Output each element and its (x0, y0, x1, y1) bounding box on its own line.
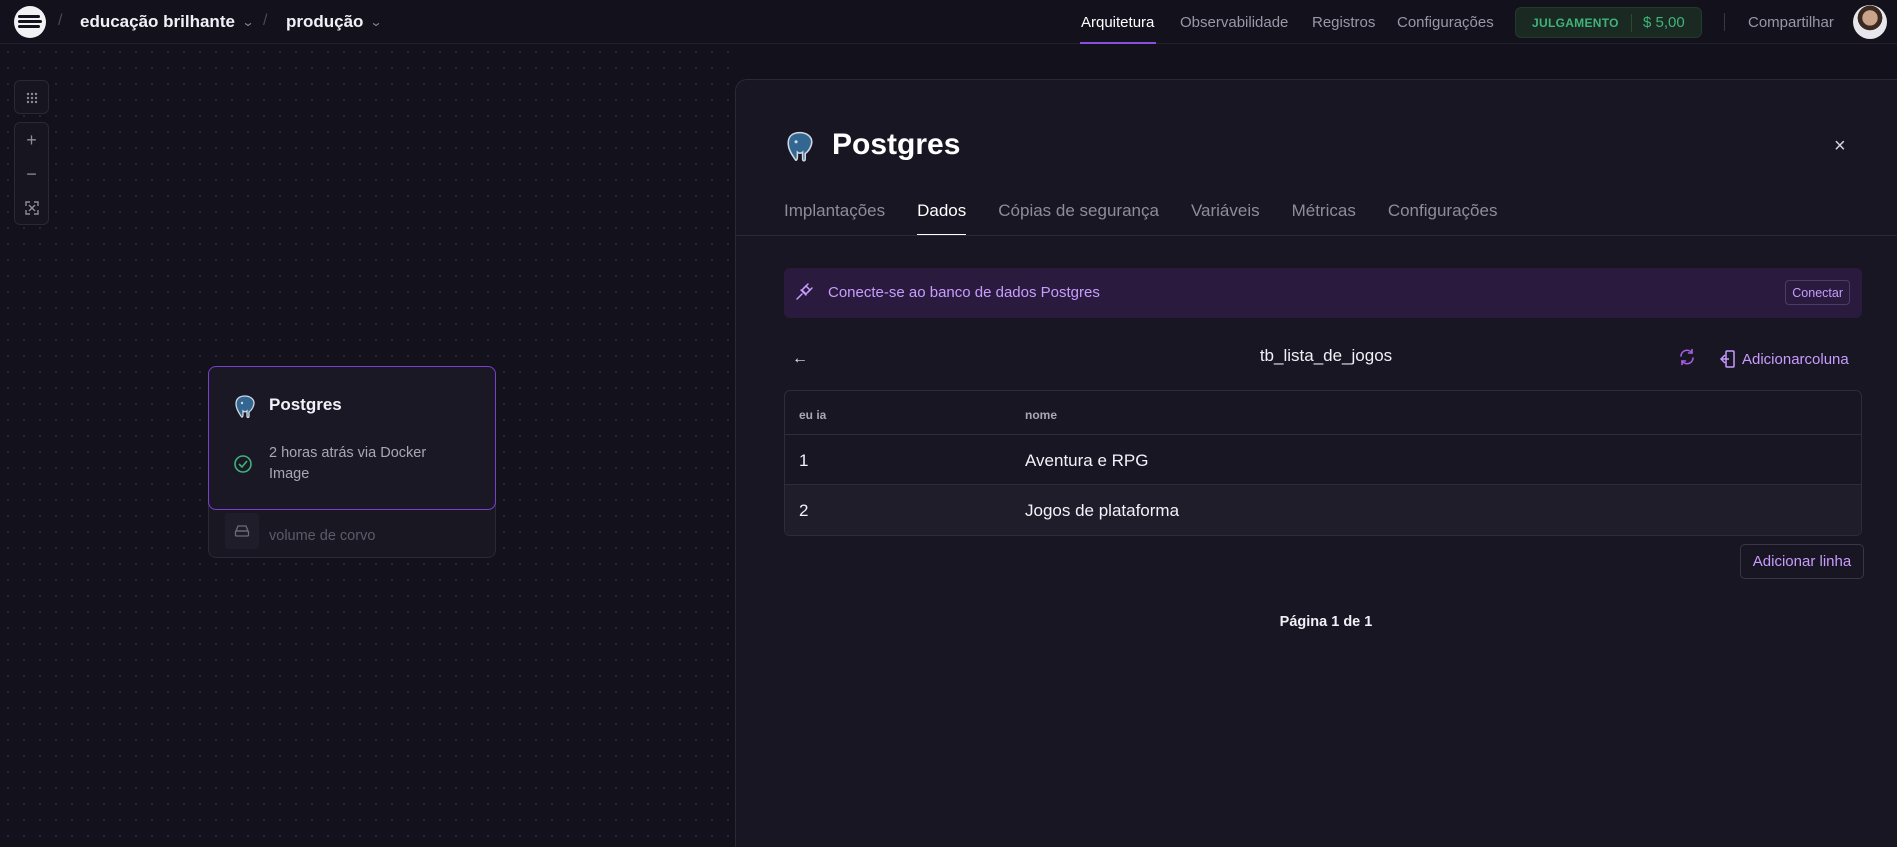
plug-icon (796, 283, 813, 300)
usage-amount: $ 5,00 (1643, 14, 1685, 31)
breadcrumb-separator: / (263, 12, 268, 29)
tab-backups[interactable]: Cópias de segurança (998, 201, 1159, 236)
project-name: educação brilhante (80, 12, 235, 31)
volume-icon-box (225, 513, 259, 549)
tab-deployments[interactable]: Implantações (784, 201, 885, 236)
cell-id[interactable]: 2 (799, 501, 808, 521)
pagination-label: Página 1 de 1 (1279, 614, 1373, 630)
connect-banner-text: Conecte-se ao banco de dados Postgres (828, 284, 1100, 301)
usage-pill[interactable]: JULGAMENTO $ 5,00 (1515, 7, 1702, 38)
tabs-divider (736, 235, 1897, 236)
cell-name[interactable]: Aventura e RPG (1025, 451, 1148, 471)
nav-observability[interactable]: Observabilidade (1180, 14, 1288, 31)
add-column-icon (1720, 350, 1735, 368)
chevron-down-icon: ⌄ (241, 15, 255, 29)
top-bar: / educação brilhante ⌄ / produção ⌄ Arqu… (0, 0, 1897, 44)
chevron-down-icon: ⌄ (369, 15, 384, 29)
add-column-button[interactable]: Adicionarcoluna (1720, 350, 1849, 368)
fit-view-icon (24, 201, 39, 215)
plan-badge: JULGAMENTO (1532, 15, 1619, 30)
add-column-label: Adicionarcoluna (1742, 350, 1849, 368)
environment-name: produção (286, 12, 364, 31)
column-header-name[interactable]: nome (1025, 408, 1057, 422)
back-arrow-icon[interactable]: ← (792, 350, 808, 368)
hard-drive-icon (234, 525, 250, 537)
zoom-in-button[interactable]: + (15, 123, 48, 157)
share-button[interactable]: Compartilhar (1748, 14, 1834, 31)
data-table: eu ia nome 1 Aventura e RPG 2 Jogos de p… (784, 390, 1862, 536)
nav-architecture[interactable]: Arquitetura (1081, 14, 1154, 31)
tab-settings[interactable]: Configurações (1388, 201, 1498, 236)
postgres-icon (235, 395, 255, 419)
service-card-postgres[interactable]: Postgres 2 horas atrás via Docker Image (208, 366, 496, 510)
table-row[interactable]: 2 Jogos de plataforma (785, 485, 1861, 535)
table-name: tb_lista_de_jogos (1259, 346, 1393, 365)
environment-selector[interactable]: produção ⌄ (286, 12, 384, 32)
postgres-icon (787, 131, 813, 162)
active-nav-indicator (1080, 42, 1156, 44)
service-panel: Postgres × Implantações Dados Cópias de … (735, 79, 1897, 847)
breadcrumb-separator: / (58, 12, 63, 29)
service-name: Postgres (269, 395, 342, 414)
table-row[interactable]: 1 Aventura e RPG (785, 435, 1861, 485)
header-divider (1724, 13, 1725, 31)
tab-data[interactable]: Dados (917, 201, 967, 236)
tab-metrics[interactable]: Métricas (1292, 201, 1356, 236)
connect-button[interactable]: Conectar (1785, 280, 1850, 305)
avatar[interactable] (1853, 5, 1887, 39)
deployment-status: 2 horas atrás via Docker Image (269, 445, 427, 482)
grid-icon[interactable] (15, 81, 48, 115)
project-selector[interactable]: educação brilhante ⌄ (80, 12, 255, 32)
add-row-button[interactable]: Adicionar linha (1740, 544, 1864, 579)
panel-title: Postgres (832, 128, 961, 161)
check-circle-icon (234, 455, 252, 473)
refresh-icon[interactable] (1678, 348, 1696, 366)
nav-logs[interactable]: Registros (1312, 14, 1375, 31)
close-icon[interactable]: × (1834, 135, 1846, 158)
zoom-out-button[interactable]: − (15, 157, 48, 191)
volume-name: volume de corvo (269, 528, 376, 544)
panel-tabs: Implantações Dados Cópias de segurança V… (784, 201, 1497, 236)
tab-variables[interactable]: Variáveis (1191, 201, 1260, 236)
column-header-id[interactable]: eu ia (799, 408, 826, 422)
nav-settings[interactable]: Configurações (1397, 14, 1494, 31)
zoom-controls: + − (14, 122, 49, 225)
cell-id[interactable]: 1 (799, 451, 808, 471)
fit-view-button[interactable] (15, 191, 48, 225)
railway-logo-icon[interactable] (14, 6, 46, 38)
cell-name[interactable]: Jogos de plataforma (1025, 501, 1179, 521)
canvas-grid-tool[interactable] (14, 80, 49, 114)
table-header: eu ia nome (785, 391, 1861, 435)
connect-banner: Conecte-se ao banco de dados Postgres Co… (784, 268, 1862, 318)
